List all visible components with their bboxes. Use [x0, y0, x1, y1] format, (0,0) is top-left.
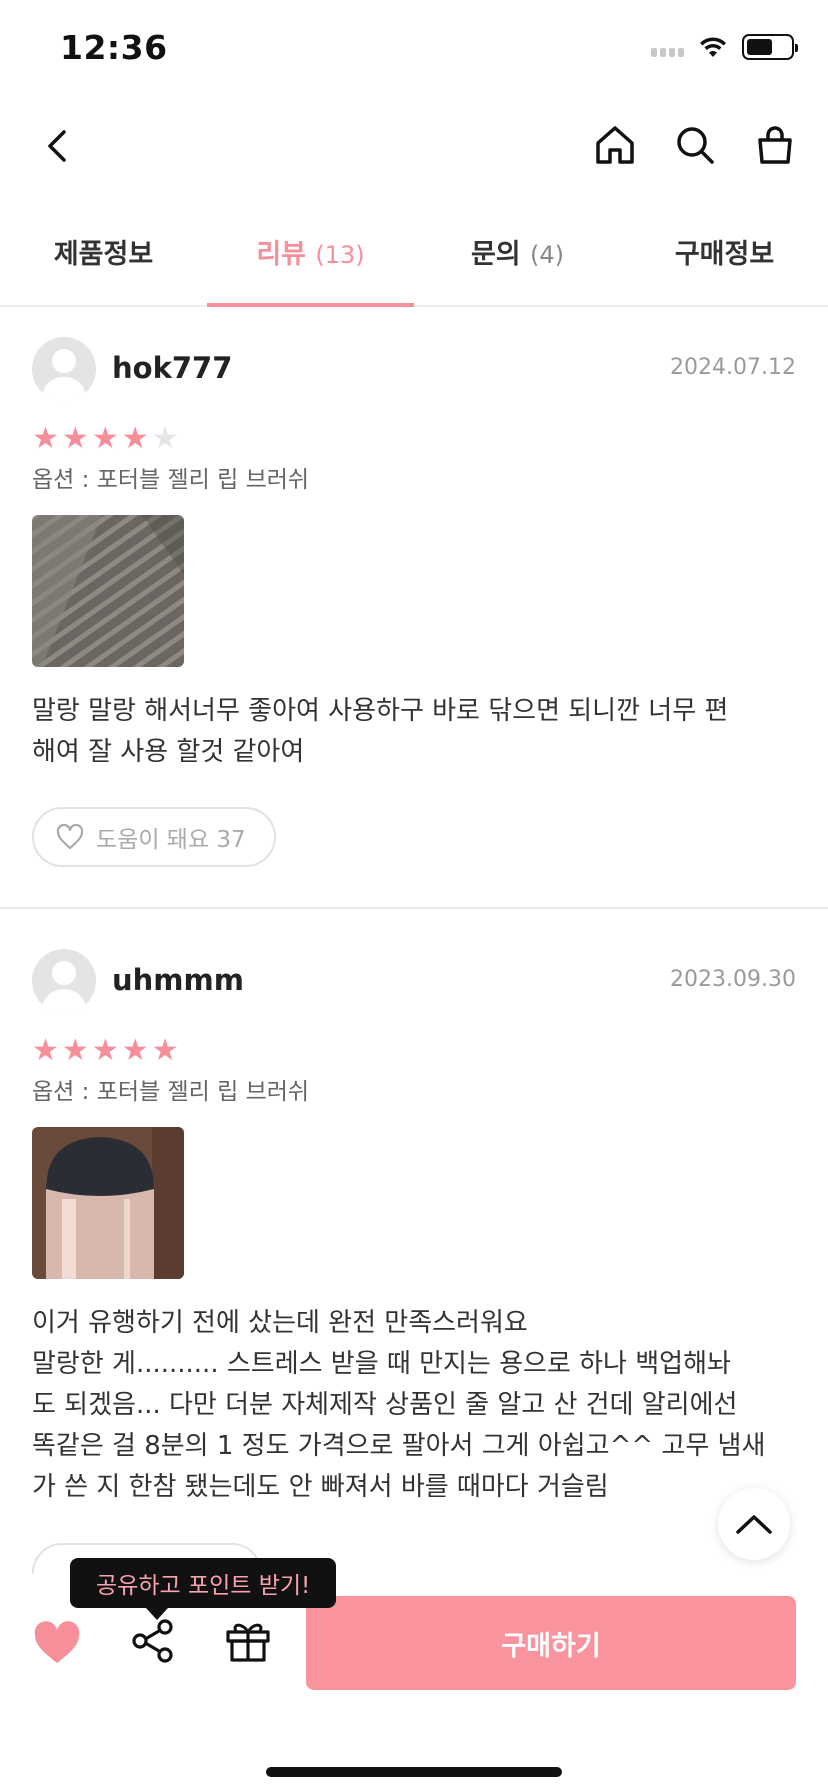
helpful-label: 도움이 돼요 37 — [96, 827, 246, 853]
review-item: hok777 2024.07.12 ★ ★ ★ ★ ★ 옵션 : 포터블 젤리 … — [0, 337, 828, 907]
star-icon: ★ — [151, 1033, 179, 1068]
home-indicator — [266, 1767, 562, 1777]
review-header: hok777 2024.07.12 — [32, 337, 796, 403]
star-rating: ★ ★ ★ ★ ★ — [32, 1036, 179, 1066]
review-option: 옵션 : 포터블 젤리 립 브러쉬 — [32, 1079, 310, 1105]
star-empty-icon: ★ — [151, 421, 179, 456]
tab-reviews[interactable]: 리뷰 (13) — [207, 200, 414, 307]
tab-label: 구매정보 — [674, 239, 775, 270]
review-username: uhmmm — [112, 963, 244, 997]
status-time: 12:36 — [60, 28, 168, 67]
search-icon[interactable] — [672, 122, 718, 168]
review-username: hok777 — [112, 351, 233, 385]
share-icon[interactable] — [130, 1618, 176, 1664]
wifi-icon — [700, 37, 726, 57]
star-icon: ★ — [91, 421, 119, 456]
review-date: 2023.09.30 — [670, 967, 796, 992]
star-rating: ★ ★ ★ ★ ★ — [32, 424, 179, 454]
heart-outline-icon — [56, 824, 84, 850]
review-text: 말랑 말랑 해서너무 좋아여 사용하구 바로 닦으면 되니깐 너무 편 해여 잘… — [32, 696, 729, 767]
cellular-signal-icon — [651, 37, 684, 57]
scroll-top-button[interactable] — [718, 1488, 790, 1560]
star-icon: ★ — [32, 421, 59, 456]
star-icon: ★ — [61, 421, 89, 456]
chevron-up-icon — [736, 1515, 772, 1534]
review-photo[interactable] — [32, 515, 184, 667]
divider — [0, 907, 828, 909]
heart-icon[interactable] — [32, 1620, 82, 1666]
status-icons — [651, 34, 798, 60]
review-text: 이거 유행하기 전에 샀는데 완전 만족스러워요 말랑한 게..........… — [32, 1308, 766, 1502]
tab-bar: 제품정보 리뷰 (13) 문의 (4) 구매정보 — [0, 200, 828, 307]
tab-label: 리뷰 — [256, 239, 306, 270]
tab-product-info[interactable]: 제품정보 — [0, 200, 207, 305]
review-date: 2024.07.12 — [670, 355, 796, 380]
star-icon: ★ — [91, 1033, 119, 1068]
avatar — [32, 949, 96, 1013]
nav-actions — [592, 122, 798, 168]
buy-button[interactable]: 구매하기 — [306, 1596, 796, 1690]
star-icon: ★ — [32, 1033, 59, 1068]
tab-count: (4) — [530, 241, 565, 269]
review-photo[interactable] — [32, 1127, 184, 1279]
share-tooltip: 공유하고 포인트 받기! — [70, 1558, 337, 1620]
bag-icon[interactable] — [752, 122, 798, 168]
tab-count: (13) — [315, 241, 365, 269]
star-icon: ★ — [61, 1033, 89, 1068]
review-option: 옵션 : 포터블 젤리 립 브러쉬 — [32, 467, 310, 493]
review-item: uhmmm 2023.09.30 ★ ★ ★ ★ ★ 옵션 : 포터블 젤리 립… — [0, 949, 828, 1603]
back-icon[interactable] — [36, 124, 80, 168]
battery-icon — [742, 34, 798, 60]
gift-icon[interactable] — [224, 1616, 272, 1664]
review-header: uhmmm 2023.09.30 — [32, 949, 796, 1015]
home-icon[interactable] — [592, 122, 638, 168]
helpful-button[interactable]: 도움이 돼요 37 — [32, 807, 276, 867]
avatar — [32, 337, 96, 401]
tab-label: 제품정보 — [53, 239, 154, 270]
tab-inquiries[interactable]: 문의 (4) — [414, 200, 621, 305]
nav-bar — [0, 110, 828, 182]
status-bar: 12:36 — [0, 0, 828, 100]
star-icon: ★ — [121, 1033, 149, 1068]
tab-label: 문의 — [470, 239, 521, 270]
star-icon: ★ — [121, 421, 149, 456]
tab-purchase-info[interactable]: 구매정보 — [621, 200, 828, 305]
